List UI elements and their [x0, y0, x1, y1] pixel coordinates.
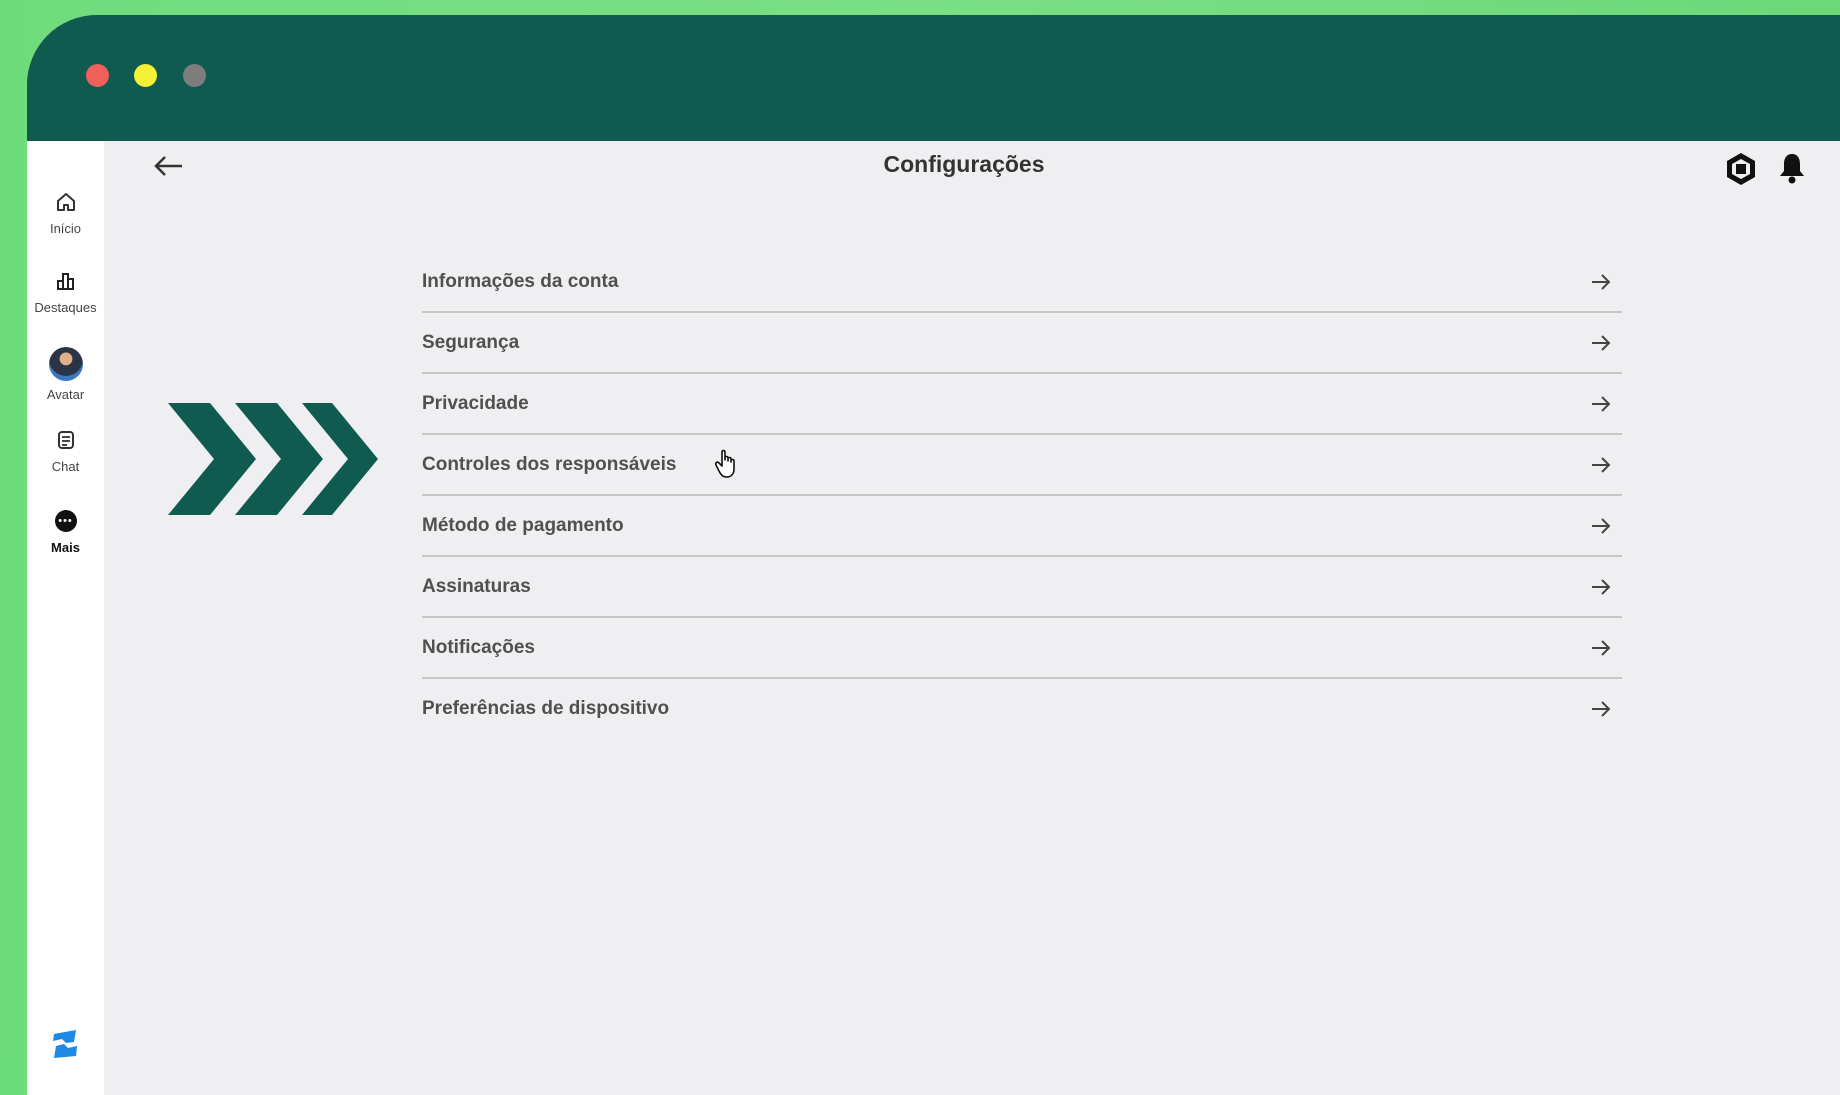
settings-item-label: Assinaturas [422, 576, 531, 598]
sidebar-item-inicio[interactable]: Início [27, 189, 104, 236]
arrow-right-icon [1590, 700, 1612, 718]
avatar-icon [49, 347, 83, 381]
settings-item-assinaturas[interactable]: Assinaturas [422, 557, 1622, 618]
home-icon [53, 189, 79, 215]
title-bar [27, 15, 1840, 141]
settings-item-label: Método de pagamento [422, 515, 624, 537]
settings-item-label: Preferências de dispositivo [422, 698, 669, 720]
sidebar-item-destaques[interactable]: Destaques [27, 268, 104, 315]
close-button[interactable] [86, 64, 109, 87]
more-icon: ••• [53, 508, 79, 534]
settings-item-label: Privacidade [422, 393, 529, 415]
settings-item-metodo-de-pagamento[interactable]: Método de pagamento [422, 496, 1622, 557]
arrow-right-icon [1590, 273, 1612, 291]
settings-item-preferencias-de-dispositivo[interactable]: Preferências de dispositivo [422, 679, 1622, 738]
page-title: Configurações [864, 151, 1064, 178]
arrow-right-icon [1590, 578, 1612, 596]
app-window: Início Destaques Avatar Chat ••• Mais [27, 15, 1840, 1095]
settings-list: Informações da conta Segurança Privacida… [422, 252, 1622, 738]
sidebar-item-label: Mais [51, 540, 80, 555]
sidebar: Início Destaques Avatar Chat ••• Mais [27, 141, 104, 1095]
back-arrow-icon[interactable] [152, 151, 186, 181]
hand-cursor-icon [714, 448, 740, 485]
maximize-button[interactable] [183, 64, 206, 87]
roblox-studio-logo[interactable] [50, 1030, 80, 1063]
chevron-arrows-decoration [168, 403, 378, 520]
arrow-right-icon [1590, 639, 1612, 657]
chat-icon [53, 427, 79, 453]
settings-item-informacoes-da-conta[interactable]: Informações da conta [422, 252, 1622, 313]
settings-item-label: Informações da conta [422, 271, 618, 293]
sidebar-item-chat[interactable]: Chat [27, 427, 104, 474]
robux-icon[interactable] [1724, 151, 1758, 192]
bell-icon[interactable] [1777, 151, 1807, 190]
main-content: Configurações Informações da cont [104, 141, 1840, 1095]
settings-item-label: Controles dos responsáveis [422, 454, 676, 476]
arrow-right-icon [1590, 334, 1612, 352]
sidebar-item-label: Chat [52, 459, 79, 474]
minimize-button[interactable] [134, 64, 157, 87]
sidebar-item-label: Início [50, 221, 81, 236]
settings-item-label: Segurança [422, 332, 519, 354]
sidebar-item-mais[interactable]: ••• Mais [27, 508, 104, 555]
arrow-right-icon [1590, 456, 1612, 474]
settings-item-seguranca[interactable]: Segurança [422, 313, 1622, 374]
settings-item-notificacoes[interactable]: Notificações [422, 618, 1622, 679]
sidebar-item-label: Destaques [34, 300, 96, 315]
chart-icon [53, 268, 79, 294]
settings-item-privacidade[interactable]: Privacidade [422, 374, 1622, 435]
arrow-right-icon [1590, 517, 1612, 535]
sidebar-item-label: Avatar [47, 387, 84, 402]
settings-item-controles-dos-responsaveis[interactable]: Controles dos responsáveis [422, 435, 1622, 496]
arrow-right-icon [1590, 395, 1612, 413]
sidebar-item-avatar[interactable]: Avatar [27, 347, 104, 402]
settings-item-label: Notificações [422, 637, 535, 659]
